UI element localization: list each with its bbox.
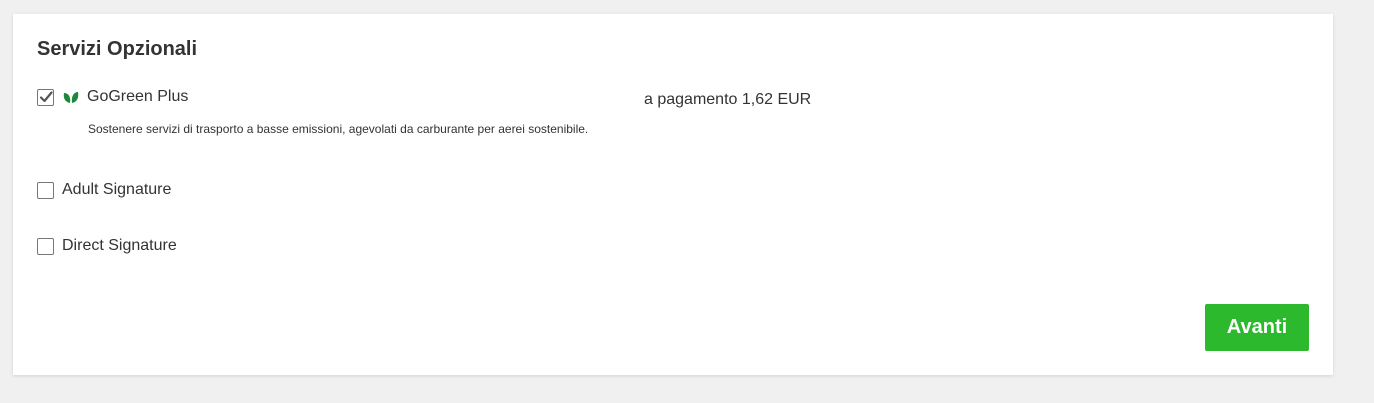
- gogreen-plus-description: Sostenere servizi di trasporto a basse e…: [88, 122, 589, 136]
- gogreen-plus-price: a pagamento 1,62 EUR: [644, 91, 812, 108]
- direct-signature-label: Direct Signature: [62, 237, 177, 254]
- optional-services-card: Servizi Opzionali GoGreen Plus Sostenere…: [13, 14, 1333, 375]
- adult-signature-checkbox[interactable]: [37, 181, 54, 199]
- gogreen-plus-checkbox[interactable]: [37, 88, 54, 106]
- checkmark-icon: [39, 90, 53, 102]
- adult-signature-label: Adult Signature: [62, 181, 172, 198]
- next-button[interactable]: Avanti: [1205, 304, 1309, 351]
- option-adult-signature[interactable]: Adult Signature: [37, 181, 171, 199]
- option-gogreen-plus[interactable]: GoGreen Plus: [37, 88, 188, 106]
- leaf-icon: [63, 92, 79, 103]
- gogreen-plus-label: GoGreen Plus: [87, 88, 189, 105]
- direct-signature-checkbox[interactable]: [37, 237, 54, 255]
- option-direct-signature[interactable]: Direct Signature: [37, 237, 177, 255]
- section-title: Servizi Opzionali: [37, 38, 198, 60]
